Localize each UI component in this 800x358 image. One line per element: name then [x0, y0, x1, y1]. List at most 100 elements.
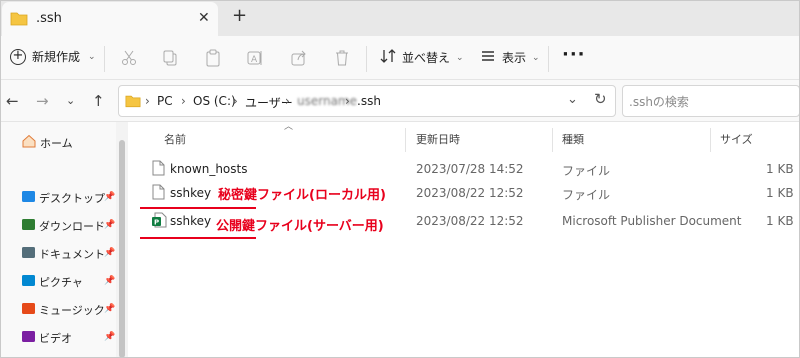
column-header-modified[interactable]: 更新日時: [416, 131, 460, 147]
file-list: ︿ 名前 更新日時 種類 サイズ known_hosts 2023/07/28 …: [128, 122, 800, 358]
music-icon: [22, 303, 35, 317]
new-button[interactable]: + 新規作成 ⌄: [10, 48, 96, 65]
title-bar: .ssh ✕ +: [0, 0, 800, 36]
file-modified: 2023/07/28 14:52: [416, 162, 524, 176]
picture-icon: [22, 275, 35, 289]
sidebar-item-label: ピクチャ: [39, 276, 83, 289]
sidebar-item-desktop[interactable]: デスクトップ: [22, 190, 105, 206]
breadcrumb-chevron-icon[interactable]: ›: [145, 94, 150, 108]
sort-icon: [380, 48, 396, 67]
more-options-icon[interactable]: ···: [562, 44, 586, 65]
breadcrumb-pc[interactable]: PC: [157, 94, 173, 108]
sort-ascending-icon: ︿: [284, 122, 294, 132]
command-bar: + 新規作成 ⌄ A 並べ替え ⌄ 表示 ⌄ ···: [0, 36, 800, 80]
paste-icon[interactable]: [204, 49, 222, 67]
recent-locations-icon[interactable]: ⌄: [66, 94, 75, 107]
sidebar-item-label: ホーム: [40, 136, 73, 150]
new-button-label: 新規作成: [32, 50, 81, 64]
plus-icon: +: [10, 48, 26, 65]
sidebar-item-videos[interactable]: ビデオ: [22, 330, 72, 346]
column-header-name[interactable]: 名前: [164, 131, 186, 147]
column-header-type[interactable]: 種類: [562, 131, 584, 147]
chevron-down-icon: ⌄: [456, 52, 464, 63]
file-name: sshkey: [170, 214, 212, 228]
table-row[interactable]: known_hosts 2023/07/28 14:52 ファイル 1 KB: [128, 156, 800, 182]
search-input[interactable]: .sshの検索: [622, 85, 800, 117]
pin-icon[interactable]: 📌: [104, 304, 115, 314]
breadcrumb-drive[interactable]: OS (C:): [193, 94, 236, 108]
view-button[interactable]: 表示 ⌄: [480, 48, 540, 67]
svg-text:P: P: [154, 219, 159, 227]
navigation-pane: ホーム デスクトップ 📌 ダウンロード 📌 ドキュメント 📌 ピクチャ 📌 ミュ…: [0, 122, 116, 358]
file-size: 1 KB: [766, 186, 794, 200]
rename-icon[interactable]: A: [246, 49, 264, 67]
file-modified: 2023/08/22 12:52: [416, 186, 524, 200]
folder-icon: [125, 94, 141, 111]
refresh-icon[interactable]: ↻: [594, 90, 607, 108]
column-divider[interactable]: [405, 128, 406, 152]
share-icon[interactable]: [290, 49, 308, 67]
private-key-annotation: 秘密鍵ファイル(ローカル用): [218, 188, 386, 203]
folder-icon: [10, 11, 28, 29]
search-placeholder: .sshの検索: [629, 95, 689, 109]
svg-text:A: A: [251, 55, 258, 65]
chevron-down-icon: ⌄: [532, 52, 540, 63]
file-type: Microsoft Publisher Document: [562, 214, 742, 228]
sort-label: 並べ替え: [402, 51, 451, 65]
breadcrumb-ssh[interactable]: .ssh: [357, 94, 381, 108]
cut-icon[interactable]: [120, 49, 138, 67]
column-header-size[interactable]: サイズ: [720, 131, 753, 147]
sidebar-item-label: ミュージック: [39, 304, 105, 317]
download-icon: [22, 219, 35, 233]
tab-ssh[interactable]: .ssh ✕: [2, 2, 218, 36]
address-history-icon[interactable]: ⌄: [567, 92, 578, 107]
sidebar-item-label: ドキュメント: [39, 248, 105, 261]
new-tab-icon[interactable]: +: [232, 5, 247, 26]
up-arrow-icon[interactable]: ↑: [92, 92, 105, 110]
file-modified: 2023/08/22 12:52: [416, 214, 524, 228]
sidebar-scrollbar[interactable]: [119, 140, 125, 358]
navigation-bar: ← → ⌄ ↑ › PC › OS (C:) › ユーザー › username…: [0, 80, 800, 122]
file-type: ファイル: [562, 164, 611, 178]
copy-icon[interactable]: [162, 49, 180, 67]
public-key-annotation: 公開鍵ファイル(サーバー用): [216, 219, 384, 234]
sidebar-item-home[interactable]: ホーム: [22, 134, 73, 151]
pin-icon[interactable]: 📌: [104, 332, 115, 342]
pin-icon[interactable]: 📌: [104, 192, 115, 202]
sidebar-item-music[interactable]: ミュージック: [22, 302, 105, 318]
private-key-underline: [140, 207, 256, 209]
back-arrow-icon[interactable]: ←: [6, 92, 19, 110]
chevron-down-icon: ⌄: [88, 51, 96, 62]
breadcrumb-chevron-icon[interactable]: ›: [285, 94, 290, 108]
forward-arrow-icon[interactable]: →: [36, 92, 49, 110]
sort-button[interactable]: 並べ替え ⌄: [380, 48, 464, 67]
toolbar-divider: [548, 46, 549, 72]
file-type: ファイル: [562, 188, 611, 202]
sidebar-item-documents[interactable]: ドキュメント: [22, 246, 105, 262]
sidebar-item-downloads[interactable]: ダウンロード: [22, 218, 105, 234]
pin-icon[interactable]: 📌: [104, 220, 115, 230]
home-icon: [22, 134, 36, 151]
publisher-file-icon: P: [152, 212, 167, 231]
file-size: 1 KB: [766, 214, 794, 228]
breadcrumb-chevron-icon[interactable]: ›: [233, 94, 238, 108]
view-label: 表示: [502, 51, 527, 65]
column-divider[interactable]: [552, 128, 553, 152]
file-name: sshkey: [170, 186, 212, 200]
address-bar[interactable]: › PC › OS (C:) › ユーザー › username › .ssh …: [118, 85, 616, 117]
sidebar-item-pictures[interactable]: ピクチャ: [22, 274, 83, 290]
document-icon: [22, 247, 35, 261]
file-icon: [152, 184, 165, 203]
breadcrumb-chevron-icon[interactable]: ›: [345, 94, 350, 108]
file-name: known_hosts: [170, 162, 248, 176]
pin-icon[interactable]: 📌: [104, 248, 115, 258]
file-size: 1 KB: [766, 162, 794, 176]
view-icon: [480, 48, 496, 67]
delete-icon[interactable]: [333, 49, 351, 67]
close-tab-icon[interactable]: ✕: [198, 10, 210, 26]
file-icon: [152, 160, 165, 179]
sidebar-item-label: ダウンロード: [39, 220, 105, 233]
column-divider[interactable]: [710, 128, 711, 152]
pin-icon[interactable]: 📌: [104, 276, 115, 286]
breadcrumb-chevron-icon[interactable]: ›: [181, 94, 186, 108]
